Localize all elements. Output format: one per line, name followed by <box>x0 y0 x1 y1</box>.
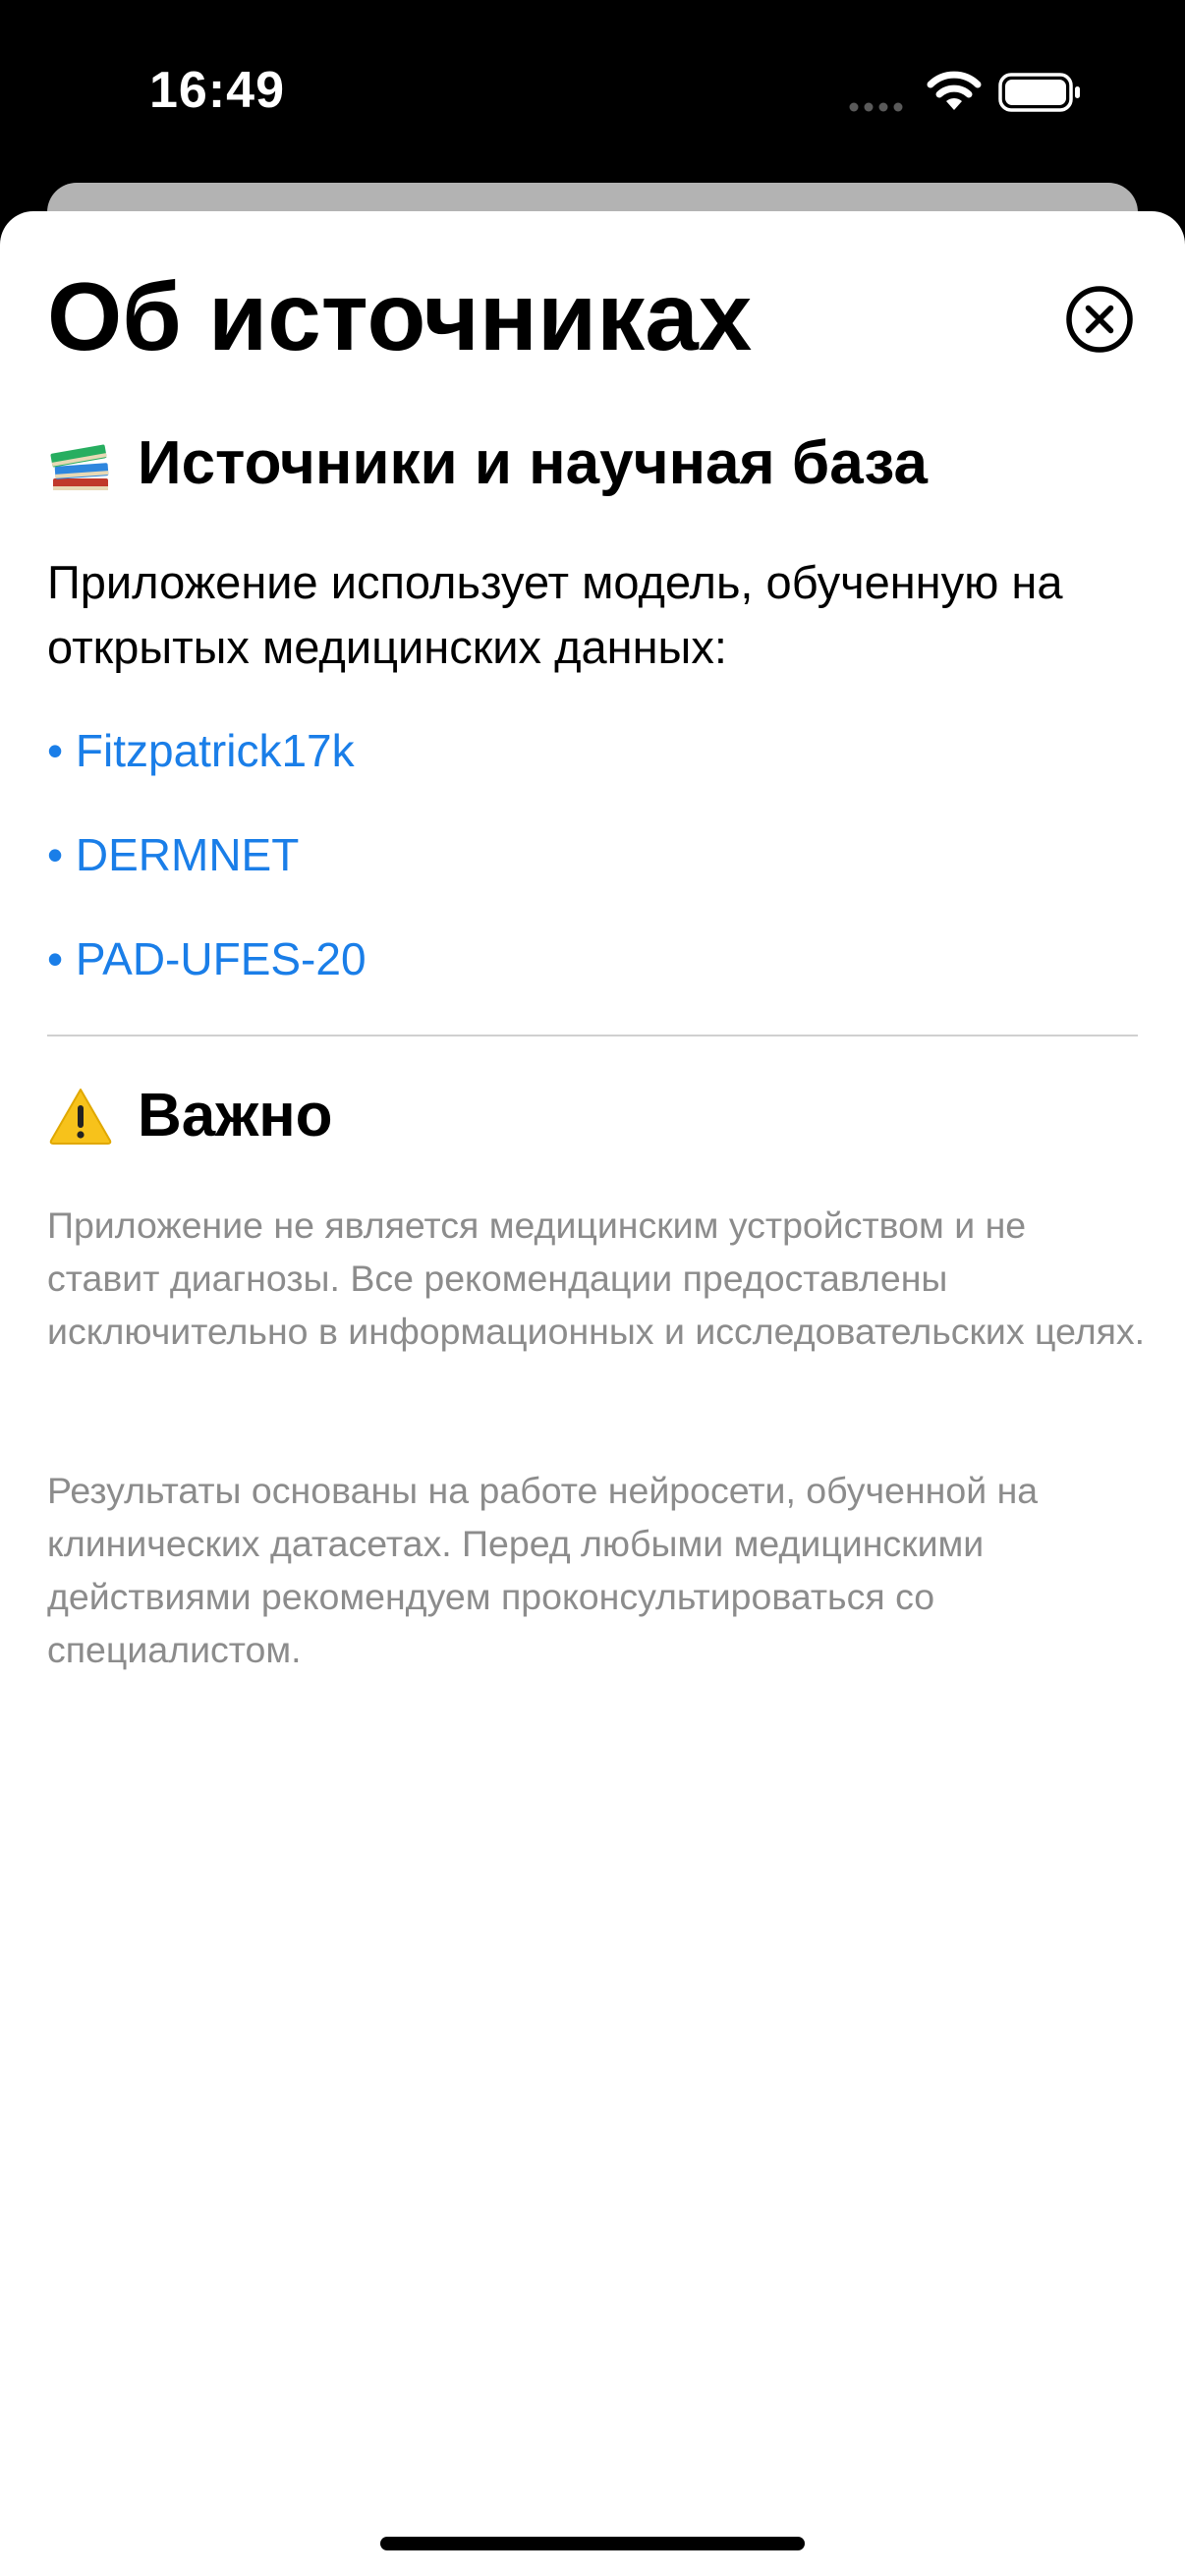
battery-icon <box>998 73 1080 112</box>
warning-emoji-icon <box>49 1088 112 1145</box>
status-time: 16:49 <box>149 62 285 119</box>
sources-heading-text: Источники и научная база <box>138 429 928 497</box>
home-indicator[interactable] <box>380 2537 805 2550</box>
source-link-fitzpatrick17k[interactable]: • Fitzpatrick17k <box>47 724 355 777</box>
important-heading-text: Важно <box>138 1082 333 1149</box>
screen: 16:49 Об источниках Источники и научная … <box>0 0 1185 2576</box>
divider <box>47 1035 1138 1036</box>
sources-heading: Источники и научная база <box>47 428 928 498</box>
source-link-dermnet[interactable]: • DERMNET <box>47 828 299 881</box>
disclaimer-paragraph: Результаты основаны на работе нейросети,… <box>47 1470 1039 1670</box>
disclaimer-paragraph: Приложение не является медицинским устро… <box>47 1204 1146 1352</box>
sources-intro: Приложение использует модель, обученную … <box>47 556 1063 673</box>
page-title: Об источниках <box>47 262 753 370</box>
status-bar: 16:49 <box>0 0 1185 177</box>
source-link-pad-ufes-20[interactable]: • PAD-UFES-20 <box>47 932 367 985</box>
important-heading: Важно <box>47 1081 333 1150</box>
close-circle-icon[interactable] <box>1065 285 1134 354</box>
books-emoji-icon <box>50 444 109 490</box>
signal-dots-icon <box>849 102 903 112</box>
wifi-icon <box>927 71 982 110</box>
